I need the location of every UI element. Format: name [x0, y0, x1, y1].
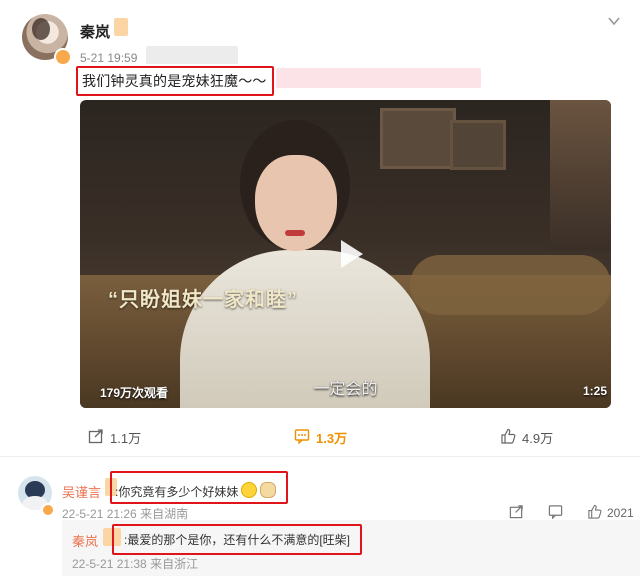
comment-button[interactable]: 1.3万 — [294, 428, 347, 446]
comment-count: 1.3万 — [316, 430, 348, 446]
verified-badge-icon — [41, 503, 55, 517]
thumbs-up-icon — [500, 428, 516, 447]
like-button[interactable]: 4.9万 — [500, 428, 553, 446]
censor-mosaic — [276, 68, 481, 88]
commenter-name[interactable]: 吴谨言 — [62, 482, 101, 501]
video-duration: 1:25 — [583, 384, 608, 398]
post-time: 5-21 19:59 — [80, 51, 138, 65]
verified-badge-icon — [54, 48, 72, 66]
highlight-box — [110, 471, 288, 504]
comment-like-count: 2021 — [607, 506, 634, 520]
share-count: 1.1万 — [110, 430, 142, 446]
video-person-face — [255, 155, 337, 251]
play-icon[interactable] — [333, 237, 367, 271]
comment-icon — [294, 428, 310, 447]
chevron-down-icon[interactable] — [607, 14, 621, 28]
author-name[interactable]: 秦岚 — [80, 21, 110, 42]
background-lamp — [550, 100, 611, 250]
video-view-count: 179万次观看 — [100, 386, 169, 400]
background-frame — [450, 120, 506, 170]
video-person-lips — [285, 230, 305, 236]
divider — [0, 456, 640, 457]
video-caption: “只盼姐妹一家和睦” — [108, 289, 298, 311]
share-button[interactable]: 1.1万 — [88, 428, 141, 446]
background-frame — [380, 108, 456, 169]
like-count: 4.9万 — [522, 430, 554, 446]
censor-mosaic — [114, 18, 128, 36]
censor-mosaic — [146, 46, 238, 64]
video-player[interactable]: “只盼姐妹一家和睦” 一定会的 179万次观看 1:25 — [80, 100, 611, 408]
share-icon — [88, 428, 104, 447]
reply-author-name[interactable]: 秦岚 — [72, 531, 98, 550]
highlight-box — [112, 524, 362, 555]
highlight-box — [76, 66, 274, 96]
reply-meta: 22-5-21 21:38 来自浙江 — [72, 557, 199, 571]
